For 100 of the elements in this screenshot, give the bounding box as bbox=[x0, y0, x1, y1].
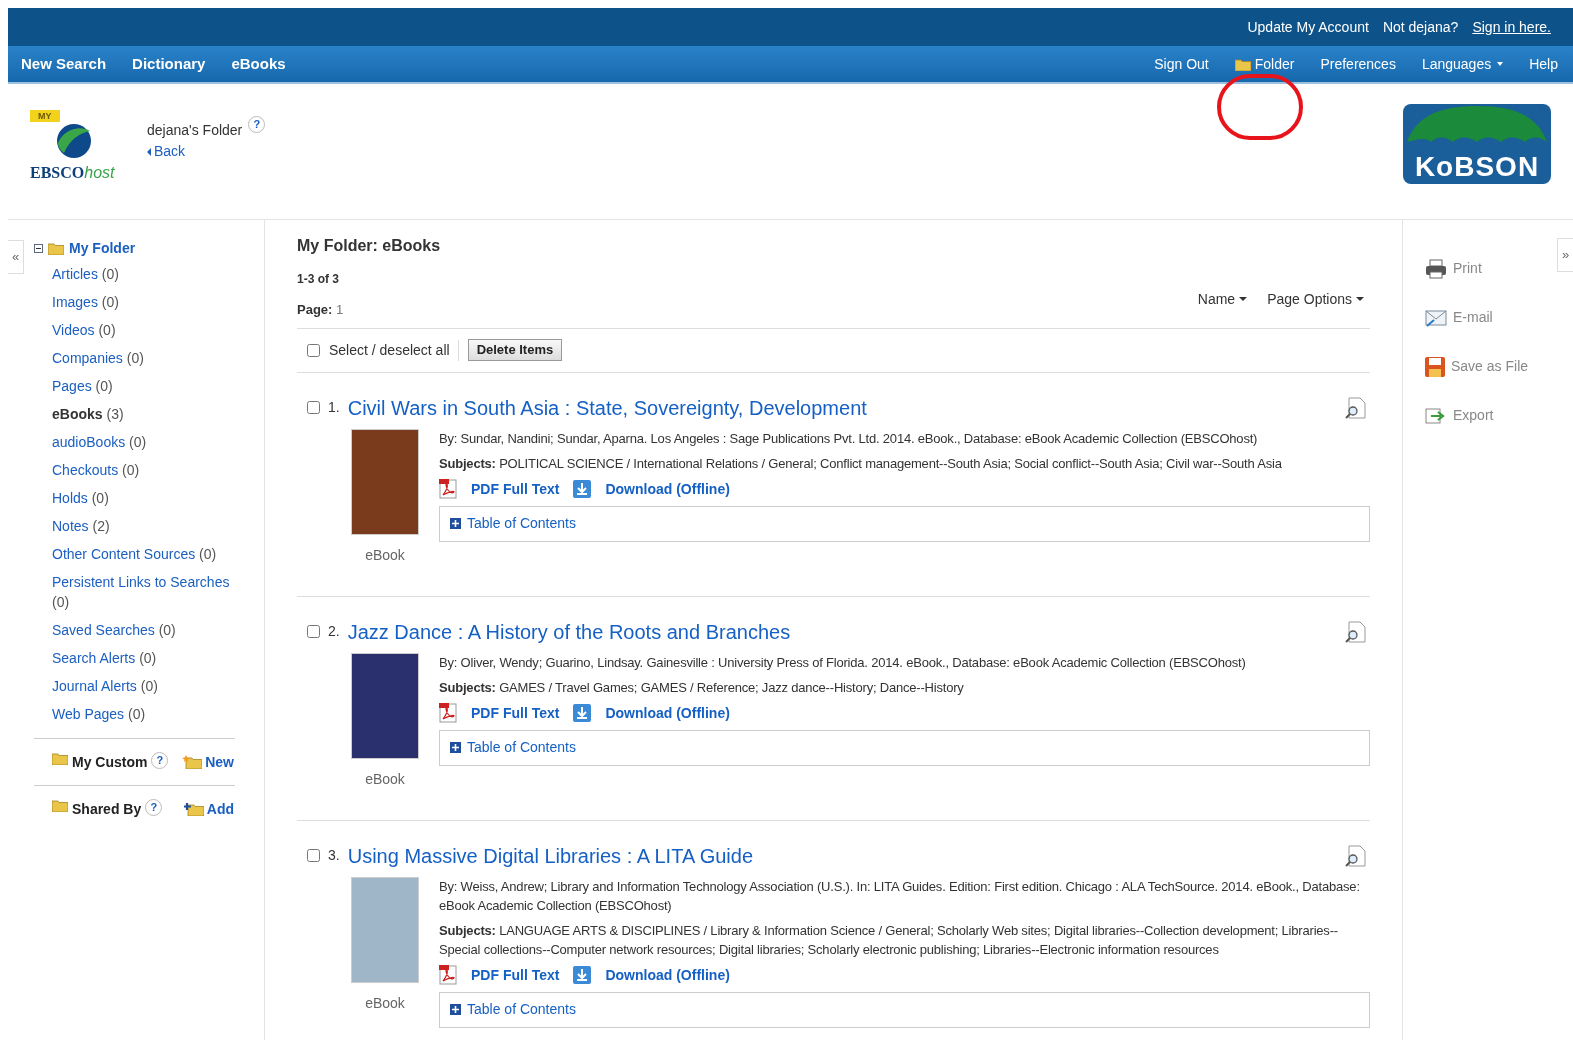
download-link[interactable]: Download (Offline) bbox=[573, 702, 730, 724]
result-title-link[interactable]: Using Massive Digital Libraries : A LITA Guide bbox=[347, 840, 754, 871]
page-options-menu[interactable]: Page Options bbox=[1267, 288, 1364, 310]
folder-item[interactable]: Videos (0) bbox=[52, 320, 242, 340]
folder-item[interactable]: Notes (2) bbox=[52, 516, 242, 536]
toc-link[interactable]: Table of Contents bbox=[467, 513, 576, 534]
folder-item[interactable]: eBooks (3) bbox=[52, 404, 242, 424]
library-logo-text: KoBSON bbox=[1414, 150, 1540, 184]
result-checkbox[interactable] bbox=[307, 401, 320, 414]
caret-icon bbox=[1239, 297, 1248, 301]
preview-icon[interactable] bbox=[1344, 844, 1366, 867]
folder-item[interactable]: Articles (0) bbox=[52, 264, 242, 284]
user-prompt: Not dejana? bbox=[1382, 17, 1459, 37]
folder-item[interactable]: Persistent Links to Searches (0) bbox=[52, 572, 242, 612]
nav-link[interactable]: Dictionary bbox=[132, 52, 206, 76]
sign-in-link[interactable]: Sign in here. bbox=[1472, 16, 1551, 38]
folder-item[interactable]: Web Pages (0) bbox=[52, 704, 242, 724]
section-title: Shared By bbox=[72, 799, 142, 819]
tool-link[interactable]: Print bbox=[1425, 258, 1529, 279]
folder-plus-icon bbox=[183, 802, 204, 816]
tool-link[interactable]: E-mail bbox=[1425, 307, 1529, 328]
folder-item[interactable]: Journal Alerts (0) bbox=[52, 676, 242, 696]
toc-link[interactable]: Table of Contents bbox=[467, 737, 576, 758]
result-subjects: Subjects: LANGUAGE ARTS & DISCIPLINES / Library & Information Science / General; Scholarly Web sites; Digital libraries--Collection development; Libraries--Special collections--Computer network resources; Digital libraries; Scholarly electronic publishing; Libraries--Electronic information resources bbox=[439, 921, 1339, 959]
book-cover-placeholder[interactable] bbox=[351, 428, 419, 535]
folder-tree-link[interactable]: My Folder bbox=[69, 237, 136, 259]
folder-item[interactable]: Pages (0) bbox=[52, 376, 242, 396]
pdf-icon bbox=[439, 703, 457, 723]
logo-wordmark: EBSCOhost bbox=[30, 163, 115, 183]
result-byline: By: Sundar, Nandini; Sundar, Aparna. Los Angeles : Sage Publications Pvt. Ltd. 2014. eBook., Database: eBook Academic Collection (EBSCOhost) bbox=[439, 429, 1259, 448]
toc-link[interactable]: Table of Contents bbox=[467, 999, 576, 1020]
nav-link[interactable]: eBooks bbox=[231, 52, 286, 76]
select-all-label: Select / deselect all bbox=[329, 339, 459, 361]
download-icon bbox=[573, 966, 592, 984]
logo-mark-icon bbox=[56, 123, 92, 159]
expand-icon[interactable] bbox=[450, 518, 461, 529]
nav-link[interactable]: Sign Out bbox=[1154, 53, 1209, 75]
download-link[interactable]: Download (Offline) bbox=[573, 478, 730, 500]
result-checkbox[interactable] bbox=[307, 625, 320, 638]
result-checkbox[interactable] bbox=[307, 849, 320, 862]
tool-link[interactable]: Export bbox=[1425, 405, 1529, 426]
delete-items-button[interactable]: Delete Items bbox=[467, 339, 563, 361]
expand-toggle[interactable]: » bbox=[1557, 238, 1573, 272]
folder-item[interactable]: Search Alerts (0) bbox=[52, 648, 242, 668]
ebsco-logo[interactable]: MY EBSCOhost bbox=[30, 110, 125, 185]
result-subjects: Subjects: GAMES / Travel Games; GAMES / Reference; Jazz dance--History; Dance--History bbox=[439, 678, 965, 697]
result-number: 2. bbox=[328, 622, 340, 641]
result-number: 1. bbox=[328, 398, 340, 417]
document-type: eBook bbox=[365, 545, 405, 565]
sort-menu[interactable]: Name bbox=[1197, 288, 1248, 310]
folder-item[interactable]: Companies (0) bbox=[52, 348, 242, 368]
languages-menu[interactable]: Languages bbox=[1421, 53, 1504, 75]
document-type: eBook bbox=[365, 993, 405, 1013]
pdf-link[interactable]: PDF Full Text bbox=[439, 702, 560, 724]
pdf-icon bbox=[439, 479, 457, 499]
result-byline: By: Weiss, Andrew; Library and Information Technology Association (U.S.). In: LITA Guides. Edition: First edition. Chicago : ALA TechSource. 2014. eBook., Database: eBook Academic Collection (EBSCOhost) bbox=[439, 877, 1361, 915]
download-icon bbox=[573, 480, 592, 498]
expand-icon[interactable] bbox=[450, 742, 461, 753]
folder-icon bbox=[48, 241, 64, 255]
help-icon[interactable]: ? bbox=[248, 116, 266, 133]
preview-icon[interactable] bbox=[1344, 396, 1366, 419]
nav-link[interactable]: Preferences bbox=[1320, 53, 1396, 75]
folder-item[interactable]: Other Content Sources (0) bbox=[52, 544, 242, 564]
result-subjects: Subjects: POLITICAL SCIENCE / International Relations / General; Conflict management--South Asia; Social conflict--South Asia; Civil war--South Asia bbox=[439, 454, 1283, 473]
new-link[interactable]: New bbox=[182, 751, 234, 773]
page-label: Page: bbox=[297, 302, 333, 317]
result-title-link[interactable]: Civil Wars in South Asia : State, Sovereignty, Development bbox=[347, 392, 867, 423]
update-account-link[interactable]: Update My Account bbox=[1247, 16, 1369, 38]
download-link[interactable]: Download (Offline) bbox=[573, 964, 730, 986]
select-all-checkbox[interactable] bbox=[307, 343, 320, 357]
expand-icon[interactable] bbox=[450, 1004, 461, 1015]
folder-item[interactable]: Checkouts (0) bbox=[52, 460, 242, 480]
folder-item[interactable]: Images (0) bbox=[52, 292, 242, 312]
preview-icon[interactable] bbox=[1344, 620, 1366, 643]
pdf-link[interactable]: PDF Full Text bbox=[439, 964, 560, 986]
tree-toggle-icon[interactable] bbox=[34, 243, 43, 253]
folder-item[interactable]: Holds (0) bbox=[52, 488, 242, 508]
folder-link[interactable]: Folder bbox=[1234, 53, 1295, 75]
page-number: 1 bbox=[336, 302, 344, 317]
collapse-toggle[interactable]: « bbox=[8, 240, 24, 274]
pdf-link[interactable]: PDF Full Text bbox=[439, 478, 560, 500]
help-icon[interactable]: ? bbox=[145, 798, 163, 816]
tool-link[interactable]: Save as File bbox=[1425, 356, 1529, 377]
new-folder-icon bbox=[182, 755, 203, 769]
help-icon[interactable]: ? bbox=[151, 751, 169, 769]
folder-icon bbox=[52, 751, 68, 765]
folder-item[interactable]: Saved Searches (0) bbox=[52, 620, 242, 640]
book-cover-placeholder[interactable] bbox=[351, 652, 419, 759]
pdf-icon bbox=[439, 965, 457, 985]
printer-icon bbox=[1425, 258, 1447, 279]
result-title-link[interactable]: Jazz Dance : A History of the Roots and Branches bbox=[347, 616, 791, 647]
logo-badge: MY bbox=[30, 110, 60, 122]
back-link[interactable]: Back bbox=[147, 141, 266, 162]
folder-item[interactable]: audioBooks (0) bbox=[52, 432, 242, 452]
nav-link[interactable]: New Search bbox=[21, 52, 107, 76]
add-link[interactable]: Add bbox=[183, 798, 234, 820]
caret-icon bbox=[1497, 62, 1504, 66]
folder-icon bbox=[52, 798, 68, 812]
nav-link[interactable]: Help bbox=[1529, 53, 1558, 75]
page-heading: My Folder: eBooks bbox=[297, 236, 442, 256]
